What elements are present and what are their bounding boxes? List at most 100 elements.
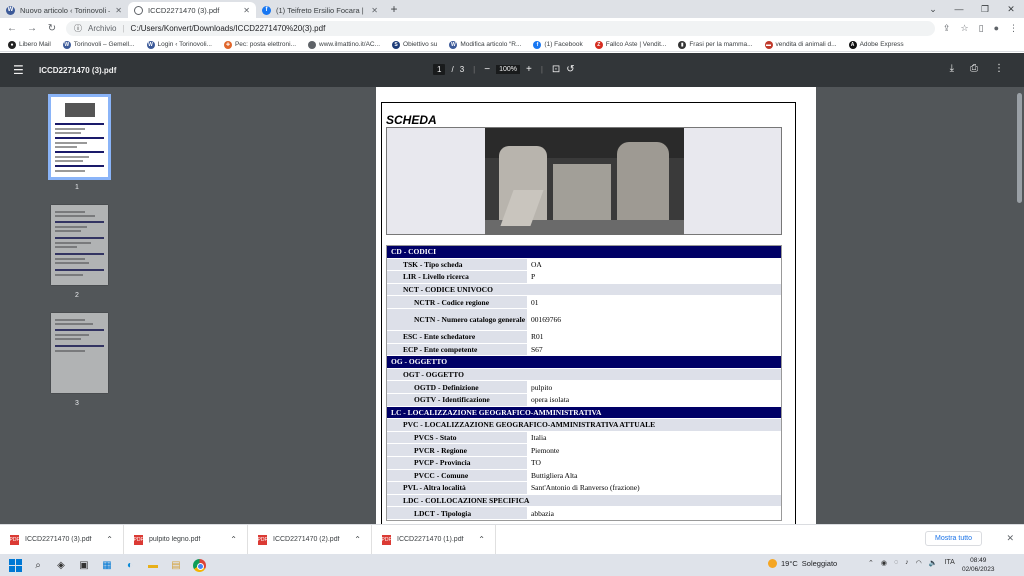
bookmark-item[interactable]: ▬ vendita di animali d... (764, 40, 837, 49)
section-header: LC - LOCALIZZAZIONE GEOGRAFICO-AMMINISTR… (387, 406, 781, 420)
chrome-icon[interactable] (192, 558, 206, 572)
bookmark-item[interactable]: W Login ‹ Torinovoli... (146, 40, 212, 49)
page-thumbnail-2[interactable] (51, 205, 108, 285)
wifi-icon[interactable]: ◠ (916, 559, 922, 567)
zoom-out-button[interactable]: − (484, 64, 490, 75)
field-label: ESC - Ente schedatore (387, 330, 527, 343)
field-label: PVCP - Provincia (387, 456, 527, 469)
subsection-header: OGT - OGGETTO (387, 368, 781, 382)
minimize-button[interactable]: — (946, 4, 972, 14)
field-label: ECP - Ente competente (387, 343, 527, 356)
bookmark-label: Pec: posta elettroni... (234, 41, 296, 48)
bookmark-item[interactable]: W Modifica articolo “R... (449, 40, 521, 49)
download-label: ICCD2271470 (2).pdf (273, 536, 340, 543)
search-icon[interactable]: ⌕ (31, 558, 45, 572)
tab-facebook[interactable]: f (1) Teifreto Ersilio Focara | Faceb ✕ (256, 2, 384, 18)
speaker-icon[interactable]: 🔈 (929, 559, 938, 567)
window-controls: ⌄ — ❐ ✕ (920, 0, 1024, 18)
bookmark-item[interactable]: S Obiettivo su (392, 40, 437, 49)
download-item[interactable]: PDF ICCD2271470 (1).pdf ⌃ (372, 524, 496, 555)
tab-torinovoli[interactable]: W Nuovo articolo ‹ Torinovoli — Wo ✕ (0, 2, 128, 18)
download-icon[interactable]: ⤓ (950, 63, 954, 74)
weather-widget[interactable]: 19°C Soleggiato (768, 559, 837, 568)
close-icon[interactable]: ✕ (1006, 533, 1014, 544)
restore-button[interactable]: ❐ (972, 4, 998, 15)
media-icon[interactable]: ▣ (77, 558, 91, 572)
back-button[interactable]: ← (6, 23, 18, 34)
pdf-file-icon: PDF (381, 534, 392, 545)
url-text[interactable]: C:/Users/Konvert/Downloads/ICCD2271470%2… (131, 24, 326, 33)
chevron-up-icon[interactable]: ⌃ (106, 535, 113, 544)
field-row: PVCR - Regione Piemonte (387, 444, 781, 457)
profile-icon[interactable]: ● (994, 23, 999, 34)
download-item[interactable]: PDF ICCD2271470 (3).pdf ⌃ (0, 524, 124, 555)
language-indicator[interactable]: ITA (944, 559, 954, 567)
close-icon[interactable]: ✕ (115, 6, 122, 15)
new-tab-button[interactable]: + (384, 2, 404, 18)
app-icon[interactable]: ◈ (54, 558, 68, 572)
clock[interactable]: 08:49 02/06/2023 (962, 556, 995, 574)
system-tray: ⌃ ◉ ◌ ♪ ◠ 🔈 ITA (868, 559, 955, 567)
close-icon[interactable]: ✕ (371, 6, 378, 15)
vertical-scrollbar[interactable] (1015, 87, 1024, 524)
bookmark-label: Torinovoli – Gemell... (73, 41, 135, 48)
network-icon[interactable]: ◌ (894, 559, 898, 567)
pdf-viewer[interactable]: SCHEDA CD - CODICI TSK - Tipo scheda OA LIR… (160, 87, 1024, 524)
download-item[interactable]: PDF ICCD2271470 (2).pdf ⌃ (248, 524, 372, 555)
start-button[interactable] (8, 558, 22, 572)
address-bar[interactable]: ⓘ Archivio | C:/Users/Konvert/Downloads/… (66, 20, 935, 36)
field-row: LDCT - Tipologia abbazia (387, 507, 781, 520)
more-icon[interactable]: ⋮ (994, 63, 1004, 74)
photos-icon[interactable]: ▤ (169, 558, 183, 572)
page-thumbnail-1[interactable] (48, 94, 111, 180)
fit-page-icon[interactable]: ⊡ (552, 64, 560, 75)
bookmark-item[interactable]: ● Libero Mail (8, 40, 51, 49)
zoom-in-button[interactable]: + (526, 64, 532, 75)
tab-pdf[interactable]: ICCD2271470 (3).pdf ✕ (128, 2, 256, 18)
field-value: Buttigliera Alta (527, 469, 781, 482)
info-icon[interactable]: ⓘ (74, 23, 82, 34)
chevron-up-icon[interactable]: ⌃ (868, 559, 874, 567)
volume-icon[interactable]: ♪ (905, 559, 909, 567)
edge-icon[interactable]: ◐ (123, 558, 137, 572)
field-value: S67 (527, 343, 781, 356)
page-thumbnail-3[interactable] (51, 313, 108, 393)
pulpit-photo (485, 128, 684, 235)
folder-icon[interactable]: ▬ (146, 558, 160, 572)
pdf-file-icon: PDF (133, 534, 144, 545)
download-item[interactable]: PDF pulpito legno.pdf ⌃ (124, 524, 248, 555)
print-icon[interactable]: ⎙ (970, 63, 978, 74)
bookmark-label: vendita di animali d... (775, 41, 837, 48)
close-window-button[interactable]: ✕ (998, 4, 1024, 15)
bookmark-item[interactable]: A Adobe Express (848, 40, 904, 49)
site-label: Archivio (88, 23, 117, 33)
bookmark-item[interactable]: ▮ Frasi per la mamma... (678, 40, 753, 49)
show-all-button[interactable]: Mostra tutto (925, 531, 982, 546)
zoom-input[interactable]: 100% (496, 65, 520, 74)
rotate-icon[interactable]: ↺ (566, 64, 574, 75)
menu-icon[interactable]: ☰ (13, 63, 31, 77)
bookmark-item[interactable]: Z Fallco Aste | Vendit... (594, 40, 666, 49)
scrollbar-thumb[interactable] (1017, 93, 1022, 203)
chevron-up-icon[interactable]: ⌃ (354, 535, 361, 544)
menu-icon[interactable]: ⋮ (1009, 23, 1018, 34)
star-icon[interactable]: ☆ (961, 23, 969, 34)
clock-time: 08:49 (970, 557, 987, 564)
close-icon[interactable]: ✕ (243, 6, 250, 15)
chevron-up-icon[interactable]: ⌃ (230, 535, 237, 544)
share-icon[interactable]: ⇪ (943, 23, 951, 34)
reload-button[interactable]: ↻ (46, 23, 58, 34)
side-panel-icon[interactable]: ▯ (979, 23, 984, 34)
app-tray-icon[interactable]: ◉ (881, 559, 887, 567)
chevron-up-icon[interactable]: ⌃ (478, 535, 485, 544)
forward-button[interactable]: → (26, 23, 38, 34)
download-label: ICCD2271470 (1).pdf (397, 536, 464, 543)
page-number-input[interactable]: 1 (433, 64, 446, 75)
store-icon[interactable]: ▦ (100, 558, 114, 572)
bookmark-item[interactable]: www.ilmattino.it/AC... (308, 40, 380, 49)
bookmark-item[interactable]: W Torinovoli – Gemell... (62, 40, 135, 49)
bookmarks-bar: ● Libero Mail W Torinovoli – Gemell... W Logi… (0, 38, 1024, 52)
bookmark-item[interactable]: f (1) Facebook (533, 40, 583, 49)
bookmark-item[interactable]: ✚ Pec: posta elettroni... (223, 40, 296, 49)
chevron-down-icon[interactable]: ⌄ (920, 4, 946, 15)
